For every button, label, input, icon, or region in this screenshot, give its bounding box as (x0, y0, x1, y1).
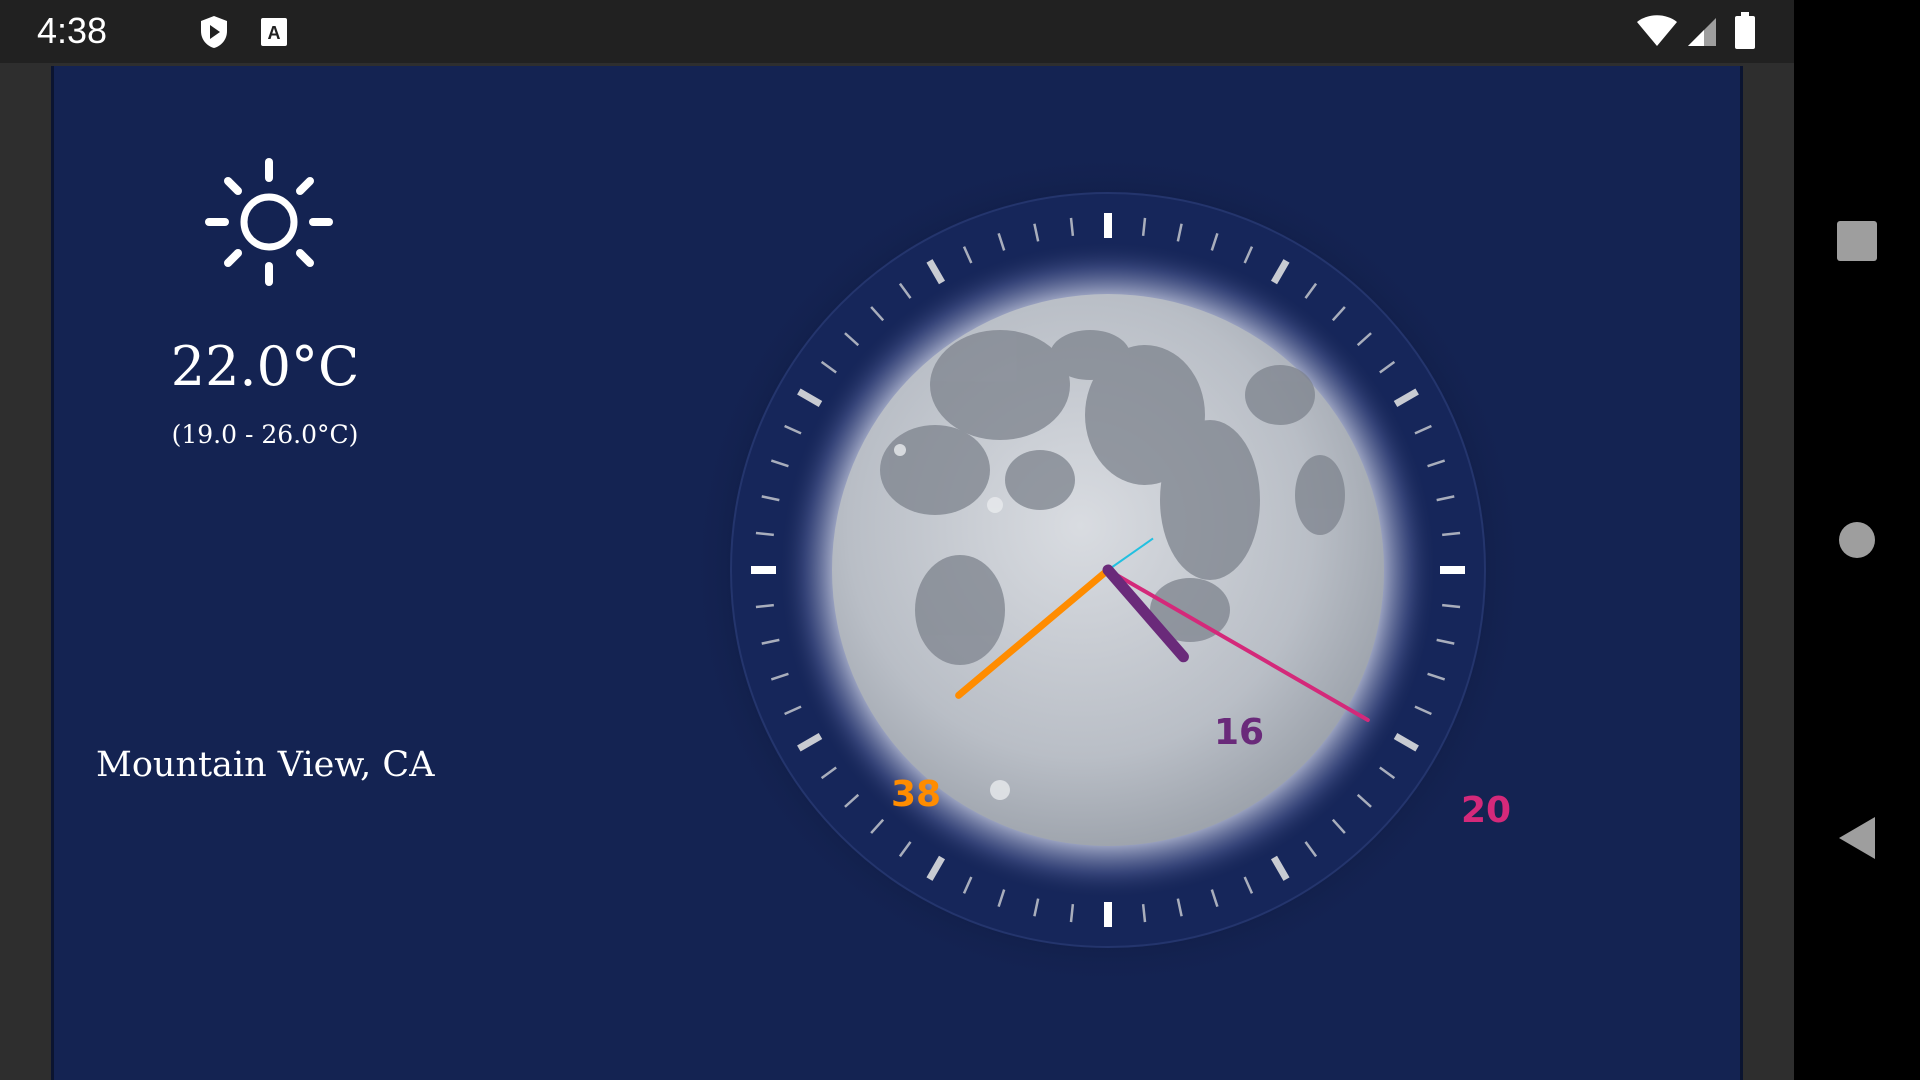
analog-clock: 16 38 20 (688, 150, 1528, 990)
minute-value-label: 38 (891, 774, 941, 815)
triangle-icon (1839, 817, 1875, 859)
square-icon (1837, 221, 1877, 261)
hour-value-label: 16 (1214, 712, 1264, 753)
circle-icon (1839, 522, 1875, 558)
second-value-label: 20 (1461, 790, 1511, 831)
navigation-bar (1794, 0, 1920, 1080)
recents-button[interactable] (1794, 191, 1920, 291)
back-button[interactable] (1794, 788, 1920, 888)
home-button[interactable] (1794, 490, 1920, 590)
